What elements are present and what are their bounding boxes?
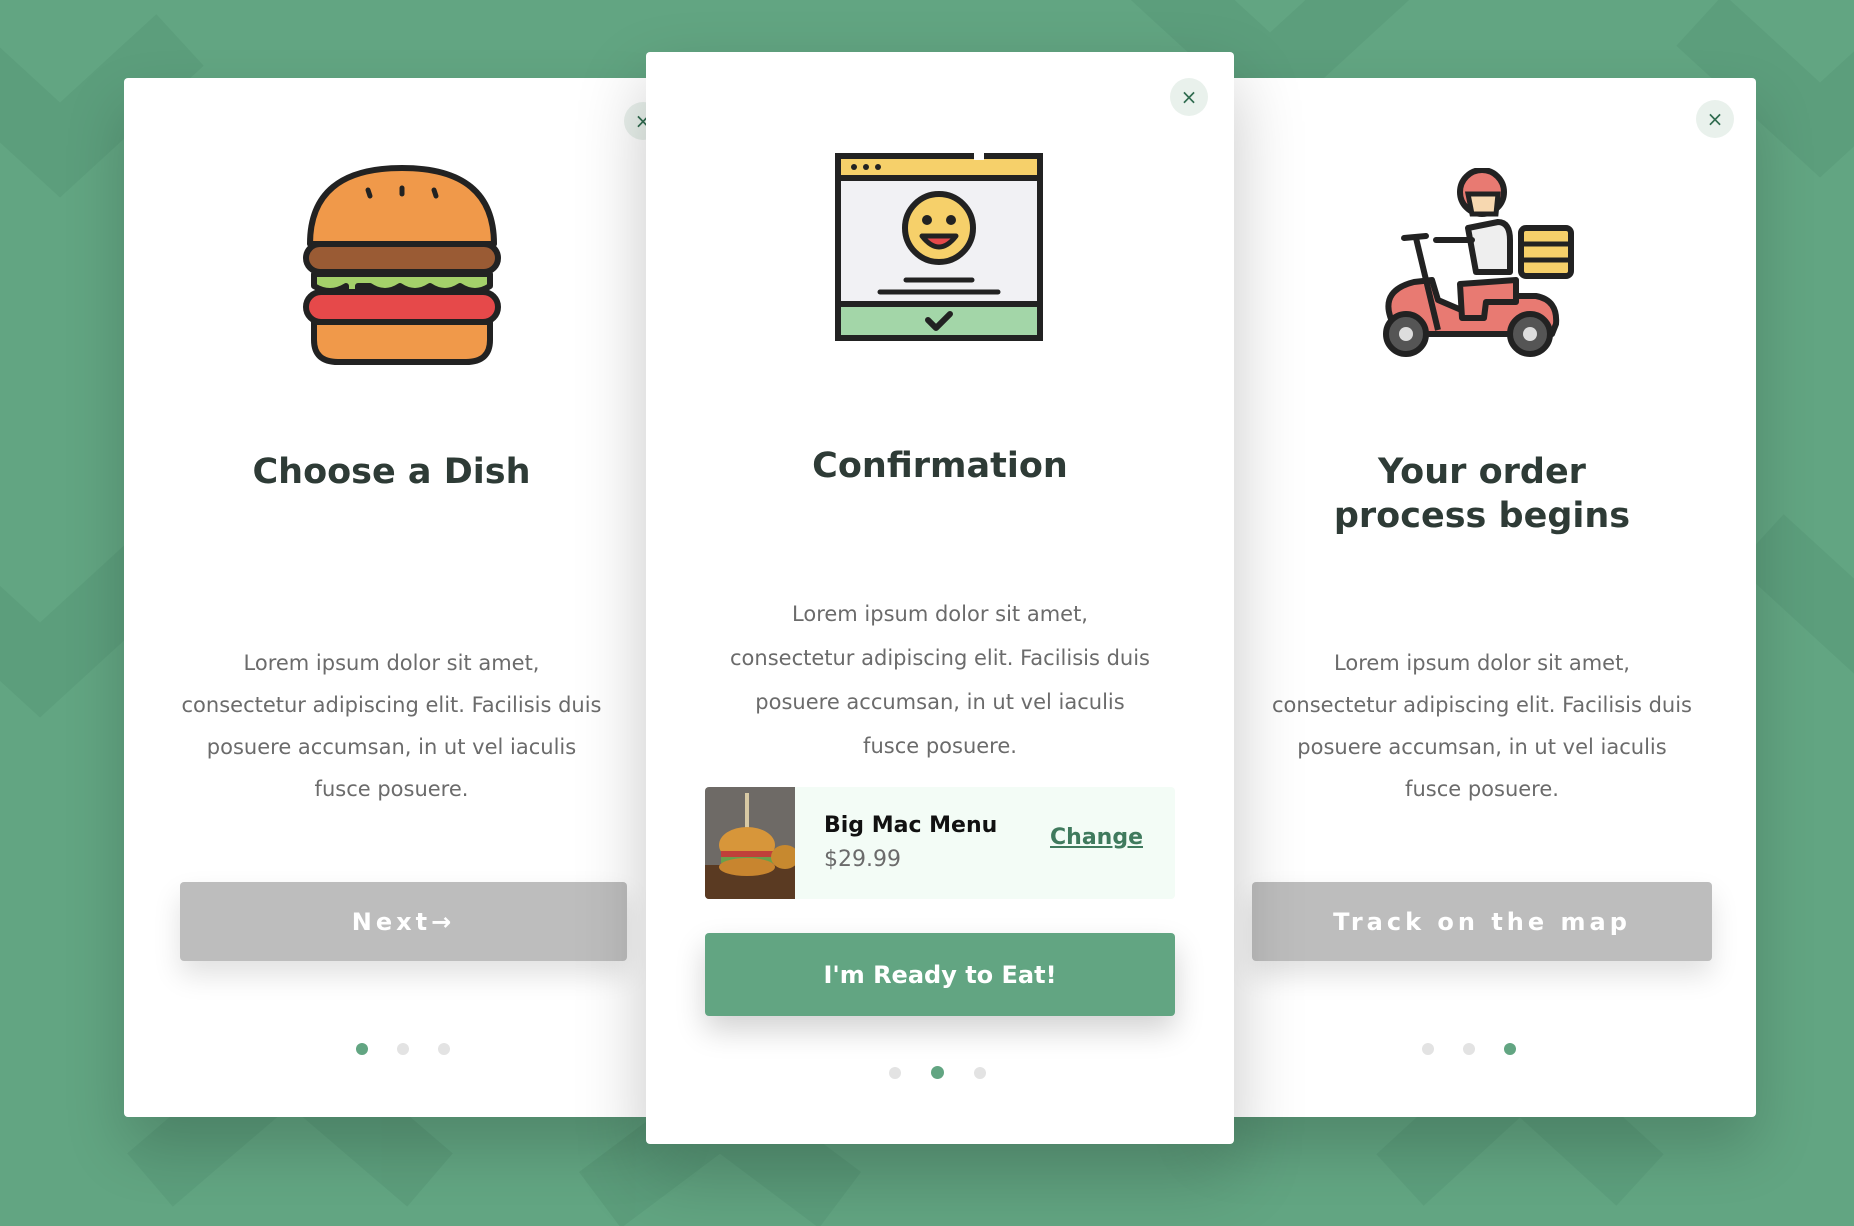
pagination-dot-2[interactable] [1463, 1043, 1475, 1055]
pagination-dots [356, 1043, 450, 1055]
burger-icon [303, 165, 501, 365]
card-title: Confirmation [812, 446, 1068, 486]
card-title: Choose a Dish [252, 452, 531, 492]
pagination-dots [1422, 1043, 1516, 1055]
pagination-dot-1[interactable] [1422, 1043, 1434, 1055]
order-item-price: $29.99 [824, 847, 901, 872]
close-icon[interactable]: × [1696, 100, 1734, 138]
change-order-link[interactable]: Change [1050, 825, 1143, 850]
pagination-dot-3[interactable] [974, 1066, 986, 1079]
pagination-dot-3[interactable] [1504, 1043, 1516, 1055]
pagination-dot-2[interactable] [931, 1066, 944, 1079]
pagination-dot-1[interactable] [356, 1043, 368, 1055]
card-description: Lorem ipsum dolor sit amet, consectetur … [1272, 651, 1692, 801]
order-item-name: Big Mac Menu [824, 813, 998, 838]
track-on-map-button[interactable]: Track on the map [1252, 882, 1712, 961]
onboarding-card-confirmation: × Confirmation Lorem ipsum dolor sit ame… [646, 52, 1234, 1144]
card-title: Your order process begins [1333, 452, 1631, 536]
card-description: Lorem ipsum dolor sit amet, consectetur … [730, 602, 1150, 758]
card-description: Lorem ipsum dolor sit amet, consectetur … [181, 651, 602, 801]
onboarding-card-order-process: × Your order process begins Lorem ipsum … [1208, 78, 1756, 1117]
order-summary: Big Mac Menu $29.99 Change [705, 787, 1175, 899]
delivery-scooter-icon [1383, 168, 1574, 357]
close-icon[interactable]: × [1170, 78, 1208, 116]
browser-confirmation-icon [835, 152, 1043, 341]
pagination-dot-3[interactable] [438, 1043, 450, 1055]
pagination-dot-2[interactable] [397, 1043, 409, 1055]
pagination-dot-1[interactable] [889, 1066, 901, 1079]
pagination-dots [889, 1066, 986, 1079]
burger-photo-thumbnail [705, 787, 795, 899]
next-button[interactable]: Next→ [180, 882, 627, 961]
ready-to-eat-button[interactable]: I'm Ready to Eat! [705, 933, 1175, 1016]
onboarding-card-choose-dish: × Choose a Dish Lorem ipsum dolor sit am… [124, 78, 662, 1117]
